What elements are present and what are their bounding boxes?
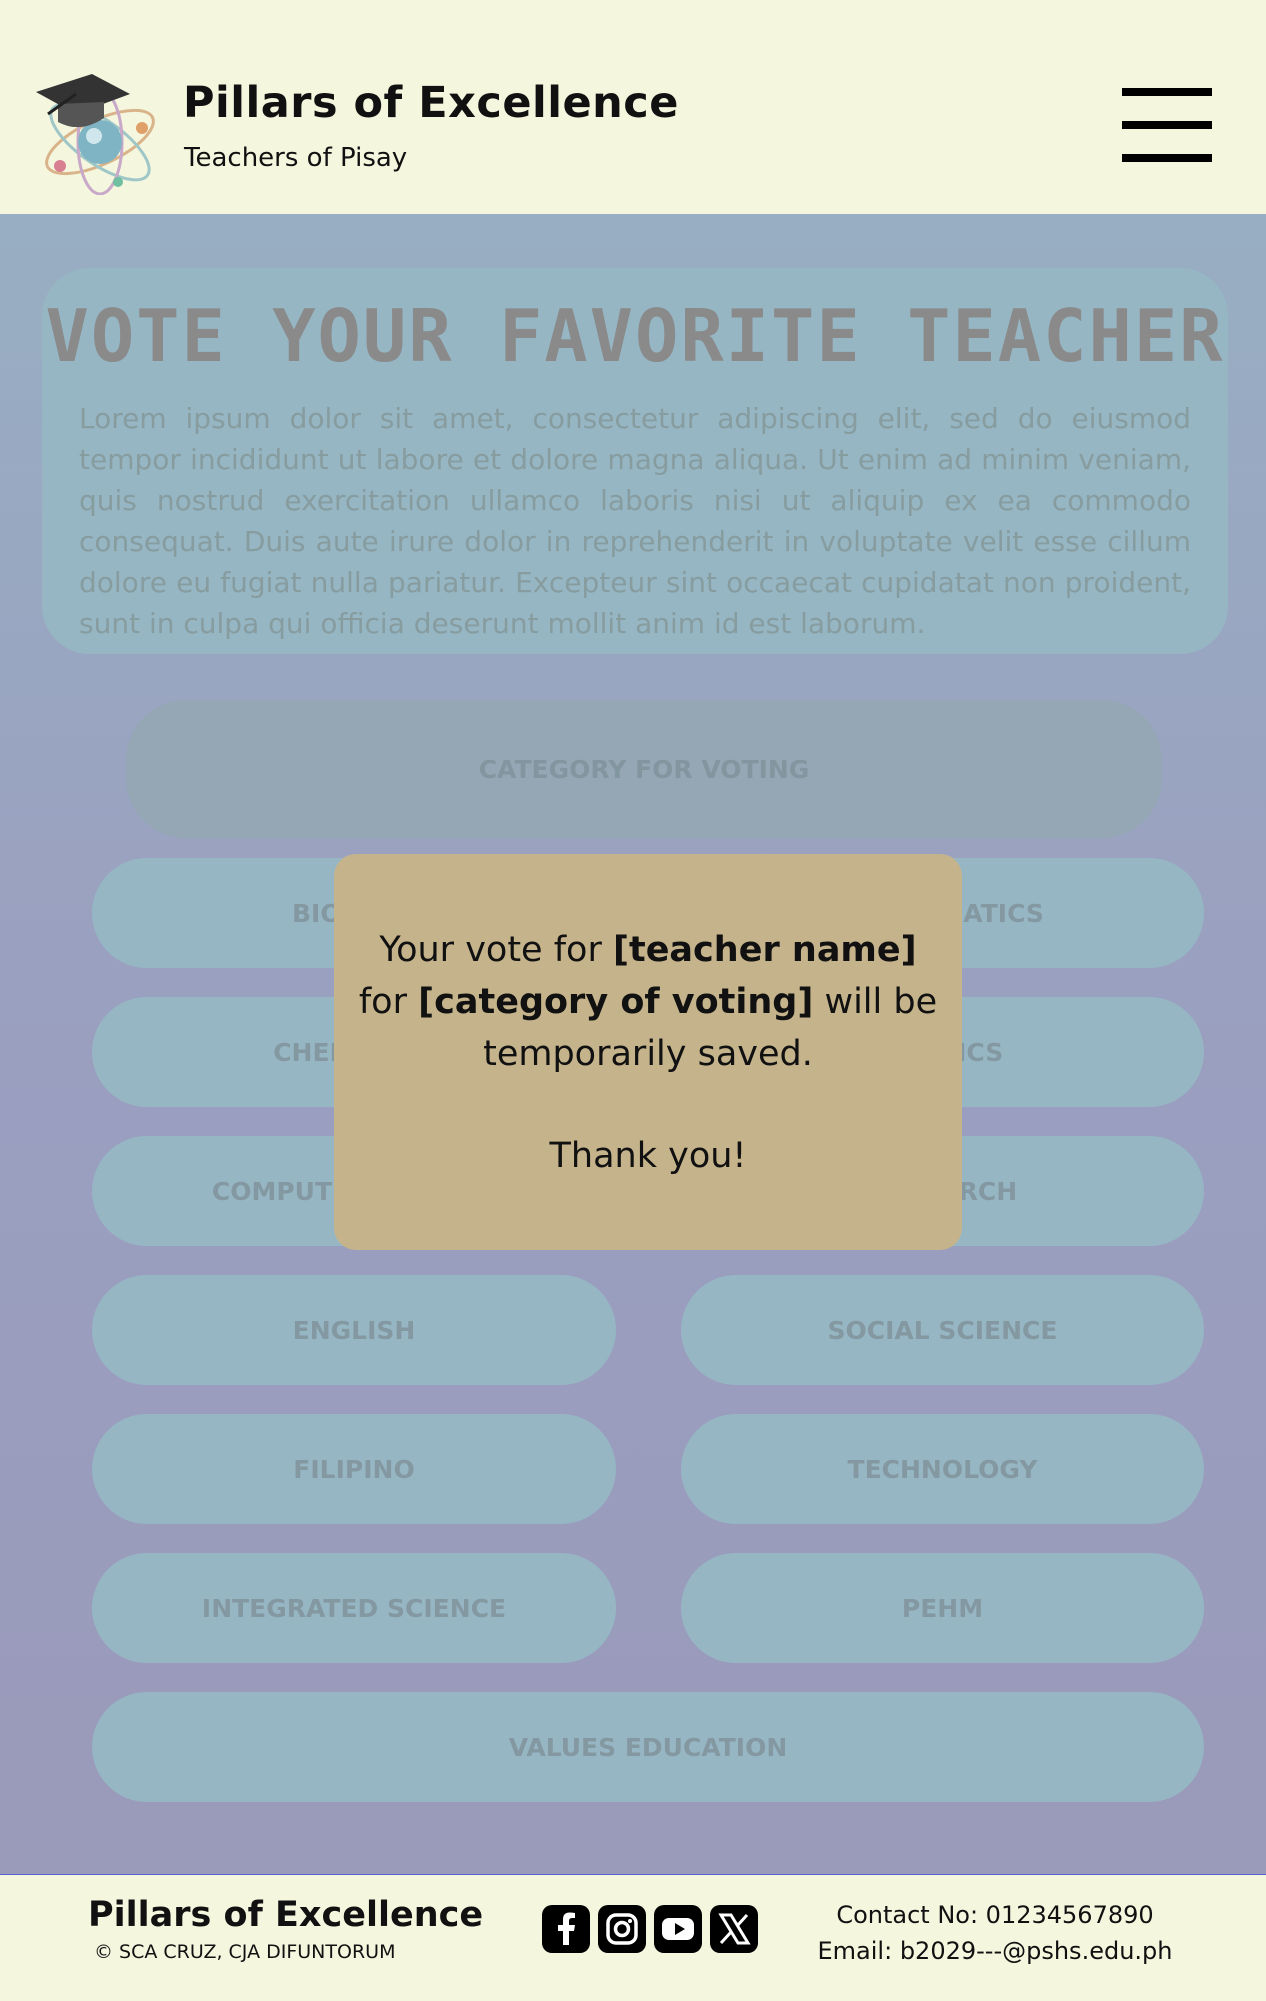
contact-number: Contact No: 01234567890 [836,1901,1154,1929]
category-button-social-science[interactable]: SOCIAL SCIENCE [681,1275,1204,1385]
modal-message: Your vote for [teacher name] for [catego… [358,924,938,1080]
category-button-filipino[interactable]: FILIPINO [92,1414,616,1524]
teacher-name-placeholder: [teacher name] [612,930,917,970]
footer-copyright: © SCA CRUZ, CJA DIFUNTORUM [94,1941,396,1963]
category-button-technology[interactable]: TECHNOLOGY [681,1414,1204,1524]
hamburger-menu-icon[interactable] [1120,88,1215,162]
site-subtitle: Teachers of Pisay [184,143,408,173]
graduation-cap-atom-logo-icon [30,70,165,196]
hero-description: Lorem ipsum dolor sit amet, consectetur … [79,402,1191,640]
page-title: VOTE YOUR FAVORITE TEACHER [45,294,1225,378]
site-header: Pillars of Excellence Teachers of Pisay [0,0,1266,214]
x-icon[interactable] [710,1905,758,1953]
hero-panel: VOTE YOUR FAVORITE TEACHER Lorem ipsum d… [42,268,1228,654]
modal-thanks: Thank you! [549,1136,747,1176]
site-title: Pillars of Excellence [183,78,679,128]
modal-text-1: Your vote for [379,930,613,970]
footer-contact: Contact No: 01234567890 Email: b2029---@… [810,1897,1180,1969]
footer-brand: Pillars of Excellence [88,1895,484,1935]
category-header: CATEGORY FOR VOTING [126,700,1162,838]
menu-bar [1122,121,1212,129]
instagram-icon[interactable] [598,1905,646,1953]
category-button-english[interactable]: ENGLISH [92,1275,616,1385]
youtube-icon[interactable] [654,1905,702,1953]
site-footer: Pillars of Excellence © SCA CRUZ, CJA DI… [0,1874,1266,2001]
category-placeholder: [category of voting] [418,982,814,1022]
facebook-icon[interactable] [542,1905,590,1953]
contact-email: Email: b2029---@pshs.edu.ph [817,1937,1173,1965]
modal-text-2: for [358,982,419,1022]
vote-confirmation-modal: Your vote for [teacher name] for [catego… [334,854,962,1250]
category-button-integrated-science[interactable]: INTEGRATED SCIENCE [92,1553,616,1663]
category-button-pehm[interactable]: PEHM [681,1553,1204,1663]
category-button-values-education[interactable]: VALUES EDUCATION [92,1692,1204,1802]
menu-bar [1122,88,1212,96]
menu-bar [1122,154,1212,162]
